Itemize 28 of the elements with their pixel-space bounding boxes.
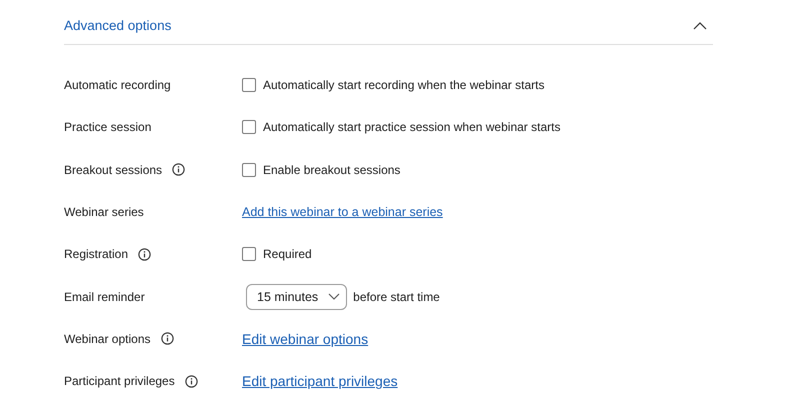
- reminder-select[interactable]: 15 minutes: [246, 284, 348, 310]
- field-label: Practice session: [64, 120, 152, 134]
- checkbox-option[interactable]: Required: [242, 247, 312, 262]
- field-label: Breakout sessions: [64, 162, 162, 177]
- field-label: Email reminder: [64, 290, 145, 304]
- field-label: Automatic recording: [64, 78, 171, 92]
- collapse-toggle[interactable]: [693, 22, 707, 30]
- checkbox-option[interactable]: Automatically start recording when the webinar starts: [242, 78, 544, 92]
- field-label: Participant privileges: [64, 374, 175, 388]
- link[interactable]: Edit webinar options: [242, 330, 368, 347]
- checkbox[interactable]: [242, 78, 256, 92]
- info-icon[interactable]: [184, 374, 198, 388]
- info-icon[interactable]: [138, 248, 152, 261]
- field-label: Webinar series: [64, 205, 144, 220]
- select-suffix: before start time: [353, 290, 440, 304]
- link[interactable]: Add this webinar to a webinar series: [242, 205, 443, 220]
- checkbox-option[interactable]: Enable breakout sessions: [242, 162, 400, 177]
- field-label: Webinar options: [64, 332, 150, 346]
- checkbox[interactable]: [242, 120, 256, 134]
- checkbox[interactable]: [242, 247, 256, 262]
- section-title: Advanced options: [64, 18, 172, 33]
- info-icon[interactable]: [160, 332, 174, 346]
- info-icon[interactable]: [172, 163, 186, 176]
- link[interactable]: Edit participant privileges: [242, 373, 398, 390]
- chevron-down-icon: [328, 293, 340, 300]
- checkbox[interactable]: [242, 162, 256, 177]
- checkbox-option[interactable]: Automatically start practice session when webinar starts: [242, 120, 560, 134]
- field-label: Registration: [64, 247, 128, 262]
